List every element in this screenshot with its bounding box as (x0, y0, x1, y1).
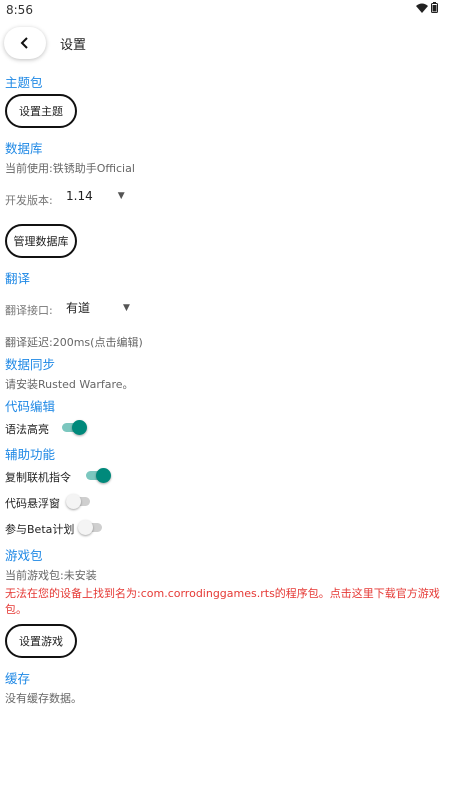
section-theme: 主题包 (5, 75, 43, 90)
status-icons (416, 2, 438, 13)
version-label: 开发版本: (5, 194, 53, 207)
sync-message: 请安装Rusted Warfare。 (5, 378, 134, 391)
back-button[interactable] (4, 27, 46, 59)
caret-down-icon: ▼ (123, 302, 130, 313)
translate-api-label: 翻译接口: (5, 304, 53, 317)
caret-down-icon: ▼ (117, 191, 125, 201)
beta-program-switch[interactable] (78, 520, 102, 535)
set-game-button[interactable]: 设置游戏 (5, 624, 77, 658)
syntax-highlight-switch[interactable] (62, 420, 87, 435)
game-error-link[interactable]: 无法在您的设备上找到名为:com.corrodinggames.rts的程序包。… (5, 586, 445, 618)
syntax-highlight-label: 语法高亮 (5, 423, 49, 436)
battery-icon (431, 2, 438, 13)
section-database: 数据库 (5, 141, 43, 156)
beta-program-label: 参与Beta计划 (5, 523, 75, 536)
status-time: 8:56 (6, 3, 33, 17)
game-current: 当前游戏包:未安装 (5, 569, 97, 582)
page-title: 设置 (60, 38, 87, 53)
code-float-switch[interactable] (66, 494, 90, 509)
section-assist: 辅助功能 (5, 447, 56, 462)
chevron-left-icon (20, 37, 28, 49)
version-value: 1.14 (66, 189, 93, 203)
set-theme-button[interactable]: 设置主题 (5, 94, 77, 128)
copy-command-label: 复制联机指令 (5, 471, 71, 484)
version-dropdown[interactable]: 1.14 ▼ (66, 189, 125, 203)
section-code-edit: 代码编辑 (5, 399, 56, 414)
translate-api-dropdown[interactable]: 有道 ▼ (66, 299, 130, 316)
cache-message: 没有缓存数据。 (5, 692, 82, 705)
manage-database-button[interactable]: 管理数据库 (5, 224, 77, 258)
section-game: 游戏包 (5, 548, 43, 563)
wifi-icon (416, 3, 428, 13)
database-current: 当前使用:铁锈助手Official (5, 162, 135, 175)
code-float-label: 代码悬浮窗 (5, 497, 60, 510)
section-translate: 翻译 (5, 271, 31, 286)
section-cache: 缓存 (5, 671, 31, 686)
copy-command-switch[interactable] (86, 468, 111, 483)
translate-delay[interactable]: 翻译延迟:200ms(点击编辑) (5, 334, 143, 350)
translate-api-value: 有道 (66, 301, 91, 315)
section-sync: 数据同步 (5, 357, 56, 372)
